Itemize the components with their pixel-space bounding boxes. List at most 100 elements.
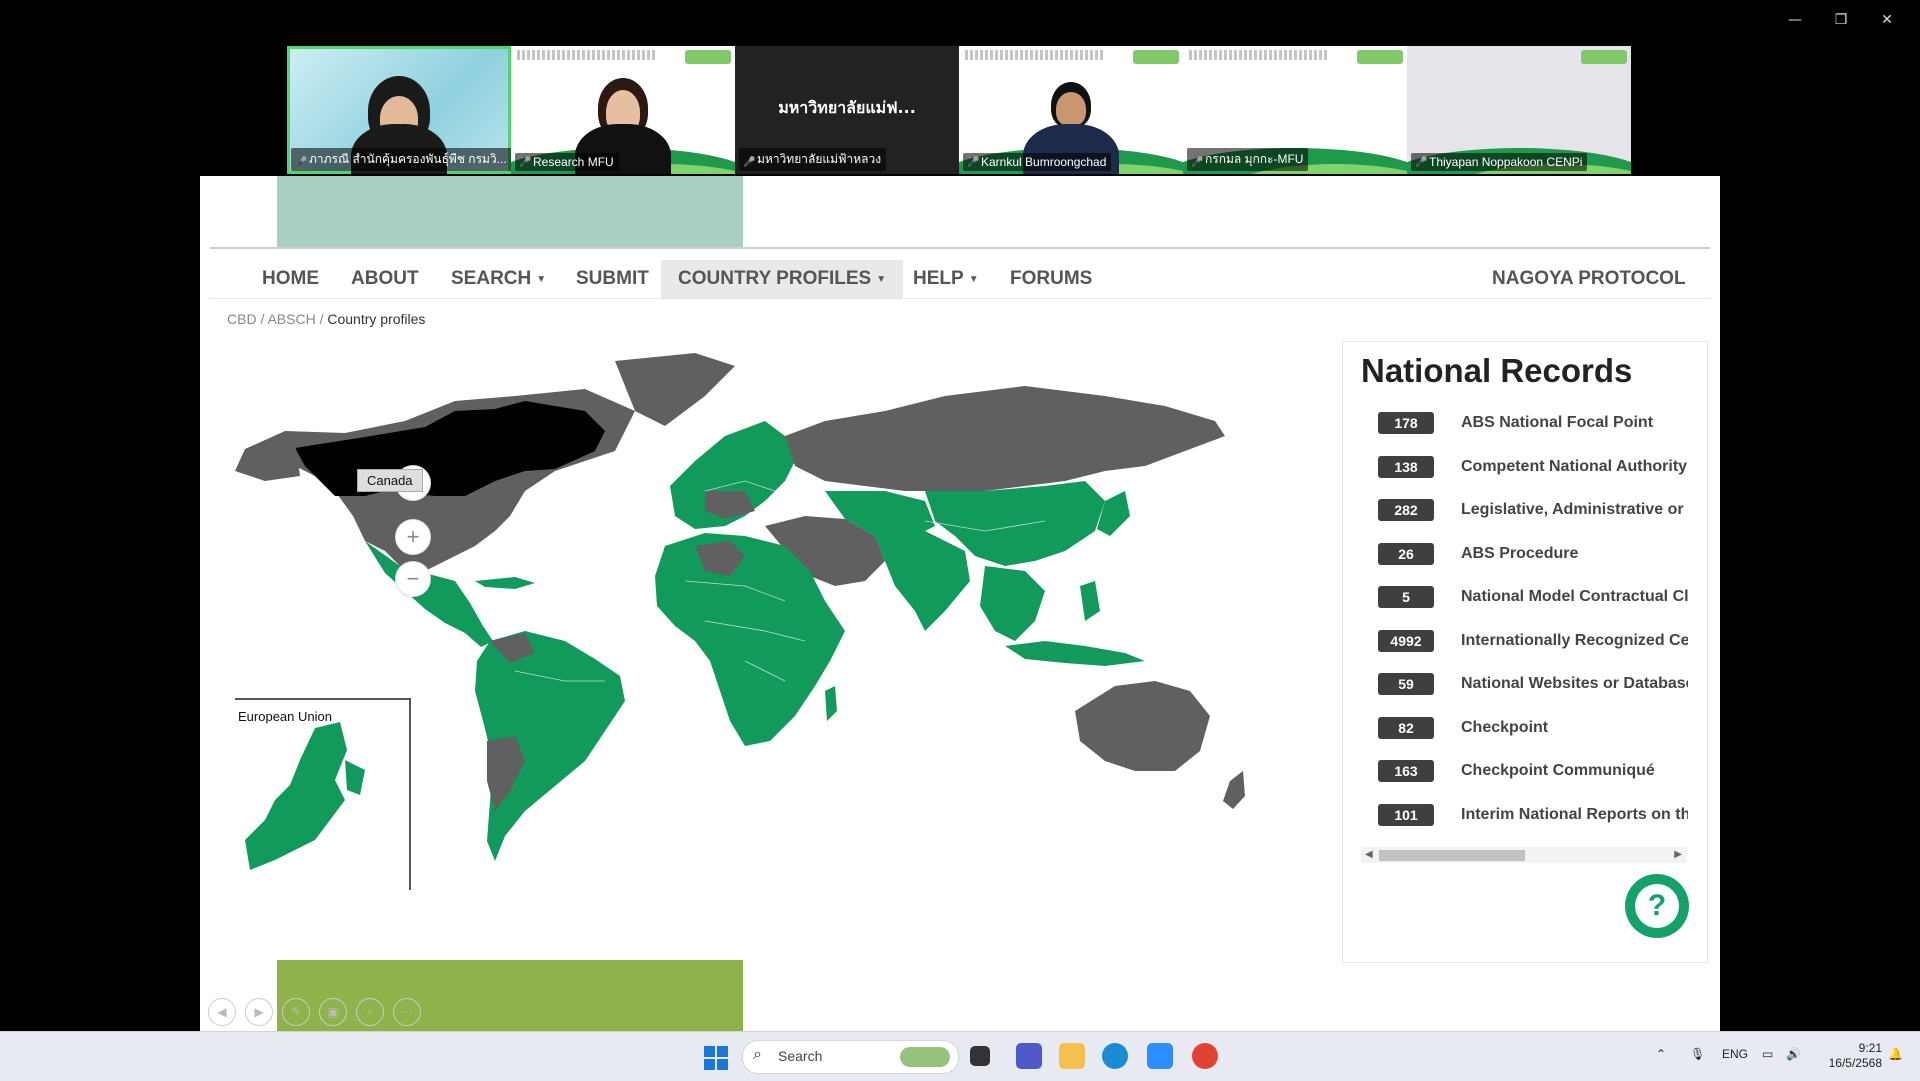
record-label[interactable]: Legislative, Administrative or Policy Me… <box>1461 499 1688 521</box>
participant-tile[interactable]: Research MFU 🎤 <box>511 46 735 174</box>
nav-about[interactable]: ABOUT <box>351 260 419 298</box>
record-label[interactable]: ABS Procedure <box>1461 543 1578 565</box>
record-row[interactable]: 26 ABS Procedure <box>1378 542 1688 587</box>
mic-muted-icon: 🎤 <box>1191 157 1204 168</box>
nav-submit[interactable]: SUBMIT <box>576 260 649 298</box>
eu-inset-map[interactable] <box>235 700 405 888</box>
close-icon[interactable]: ✕ <box>1864 8 1910 32</box>
record-row[interactable]: 5 National Model Contractual Clauses <box>1378 586 1688 630</box>
breadcrumb-cbd[interactable]: CBD <box>227 311 257 327</box>
participant-tile[interactable]: กรกมล มุกกะ-MFU 🎤 <box>1183 46 1407 174</box>
map-region-caribbean <box>475 577 535 589</box>
taskbar-search[interactable]: ⌕ Search <box>742 1040 959 1074</box>
next-slide-icon[interactable]: ▶ <box>245 998 273 1026</box>
record-label[interactable]: National Model Contractual Clauses <box>1461 586 1688 608</box>
record-count: 178 <box>1378 412 1434 434</box>
participant-tile[interactable]: Karnkul Bumroongchad 🎤 <box>959 46 1183 174</box>
record-row[interactable]: 178 ABS National Focal Point <box>1378 412 1688 456</box>
slides-icon[interactable]: ▣ <box>319 998 347 1026</box>
scrollbar-thumb[interactable] <box>1379 850 1525 861</box>
record-row[interactable]: 282 Legislative, Administrative or Policy… <box>1378 499 1688 543</box>
notification-icon[interactable]: 🔔 <box>1888 1047 1903 1061</box>
caret-down-icon: ▼ <box>968 274 979 285</box>
nav-search[interactable]: SEARCH ▼ <box>451 260 546 298</box>
record-label[interactable]: Interim National Reports on the Implemen… <box>1461 804 1688 826</box>
record-row[interactable]: 82 Checkpoint <box>1378 716 1688 761</box>
breadcrumb-absch[interactable]: ABSCH <box>267 311 315 327</box>
participant-tile[interactable]: มหาวิทยาลัยแม่ฟ... มหาวิทยาลัยแม่ฟ้าหลวง… <box>735 46 959 174</box>
nav-nagoya-protocol[interactable]: NAGOYA PROTOCOL <box>1492 260 1686 298</box>
record-label[interactable]: Checkpoint Communiqué <box>1461 760 1655 782</box>
banner-image <box>277 176 743 248</box>
record-row[interactable]: 138 Competent National Authority <box>1378 455 1688 500</box>
zoom-icon[interactable]: ⌕ <box>356 998 384 1026</box>
eu-inset-frame[interactable] <box>235 698 411 890</box>
restore-icon[interactable]: ❐ <box>1818 8 1864 32</box>
record-count: 282 <box>1378 499 1434 521</box>
record-label[interactable]: National Websites or Databases <box>1461 673 1688 695</box>
participant-name: มหาวิทยาลัยแม่ฟ้าหลวง <box>739 148 887 171</box>
more-icon[interactable]: ⋯ <box>393 998 421 1026</box>
participant-name: Thiyapan Noppakoon CENPi <box>1411 153 1588 171</box>
taskbar: ⌕ Search ⌃ 🎙 ENG ▭ 🔊 9:21 16/5/2568 🔔 <box>0 1031 1920 1081</box>
logo-strip <box>1357 50 1403 64</box>
nav-help[interactable]: HELP ▼ <box>913 260 979 298</box>
tray-chevron-up-icon[interactable]: ⌃ <box>1656 1047 1666 1061</box>
nav-country-profiles[interactable]: COUNTRY PROFILES ▼ <box>661 260 904 298</box>
participant-tile[interactable]: Thiyapan Noppakoon CENPi 🎤 <box>1407 46 1631 174</box>
tray-language[interactable]: ENG <box>1722 1047 1748 1061</box>
prev-slide-icon[interactable]: ◀ <box>208 998 236 1026</box>
map-zoom-out-button[interactable]: − <box>395 561 431 597</box>
edge-icon[interactable] <box>1102 1043 1128 1069</box>
mic-muted-icon: 🎤 <box>967 157 980 168</box>
records-horizontal-scrollbar[interactable]: ◀ ▶ <box>1361 847 1686 863</box>
clock-time: 9:21 <box>1858 1041 1882 1055</box>
record-label[interactable]: Internationally Recognized Certificate o… <box>1461 630 1688 652</box>
network-icon[interactable]: ▭ <box>1762 1047 1773 1061</box>
record-row[interactable]: 59 National Websites or Databases <box>1378 673 1688 717</box>
nav-home[interactable]: HOME <box>262 260 319 298</box>
breadcrumb: CBD / ABSCH / Country profiles <box>227 311 426 327</box>
chrome-icon[interactable] <box>1192 1043 1218 1069</box>
logo-strip <box>685 50 731 64</box>
record-row[interactable]: 4992 Internationally Recognized Certifica… <box>1378 629 1688 674</box>
pen-icon[interactable]: ✎ <box>282 998 310 1026</box>
caret-down-icon: ▼ <box>876 274 887 285</box>
map-region-south-asia <box>875 531 970 631</box>
slide-header-text <box>965 50 1105 60</box>
zoom-app-icon[interactable] <box>1147 1043 1173 1069</box>
record-count: 4992 <box>1378 629 1434 652</box>
map-region-new-zealand <box>1223 771 1245 809</box>
participant-tile[interactable]: ภาภรณี สำนักคุ้มครองพันธุ์พืช กรมวิ... 🎤 <box>287 46 511 174</box>
slide-controls: ◀ ▶ ✎ ▣ ⌕ ⋯ <box>208 998 421 1026</box>
scroll-left-icon[interactable]: ◀ <box>1365 847 1373 863</box>
file-explorer-icon[interactable] <box>1059 1043 1085 1069</box>
record-label[interactable]: ABS National Focal Point <box>1461 412 1653 434</box>
map-tooltip: Canada <box>357 469 423 492</box>
help-chat-button[interactable]: ? <box>1625 874 1689 938</box>
record-label[interactable]: Checkpoint <box>1461 717 1548 739</box>
map-zoom-in-button[interactable]: + <box>395 519 431 555</box>
taskbar-clock[interactable]: 9:21 16/5/2568 <box>1829 1041 1882 1071</box>
slide-header-text <box>1189 50 1329 60</box>
window-controls: — ❐ ✕ <box>1772 8 1910 32</box>
nav-forums[interactable]: FORUMS <box>1010 260 1092 298</box>
nav-country-profiles-label: COUNTRY PROFILES <box>678 268 872 289</box>
record-row[interactable]: 163 Checkpoint Communiqué <box>1378 760 1688 804</box>
map-region-philippines <box>1080 581 1100 621</box>
minus-icon: − <box>406 566 420 591</box>
task-view-icon[interactable] <box>970 1046 990 1066</box>
teams-icon[interactable] <box>1016 1043 1042 1069</box>
search-icon: ⌕ <box>753 1046 762 1063</box>
map-region-australia <box>1075 681 1210 771</box>
record-label[interactable]: Competent National Authority <box>1461 456 1687 478</box>
windows-start-icon[interactable] <box>704 1046 728 1070</box>
breadcrumb-current: Country profiles <box>327 311 426 327</box>
scroll-right-icon[interactable]: ▶ <box>1674 847 1682 863</box>
microphone-icon[interactable]: 🎙 <box>1690 1047 1705 1061</box>
minimize-icon[interactable]: — <box>1772 8 1818 32</box>
national-records-title: National Records <box>1361 352 1633 389</box>
volume-icon[interactable]: 🔊 <box>1786 1047 1801 1061</box>
clock-date: 16/5/2568 <box>1828 1056 1882 1070</box>
record-row[interactable]: 101 Interim National Reports on the Imple… <box>1378 803 1688 848</box>
